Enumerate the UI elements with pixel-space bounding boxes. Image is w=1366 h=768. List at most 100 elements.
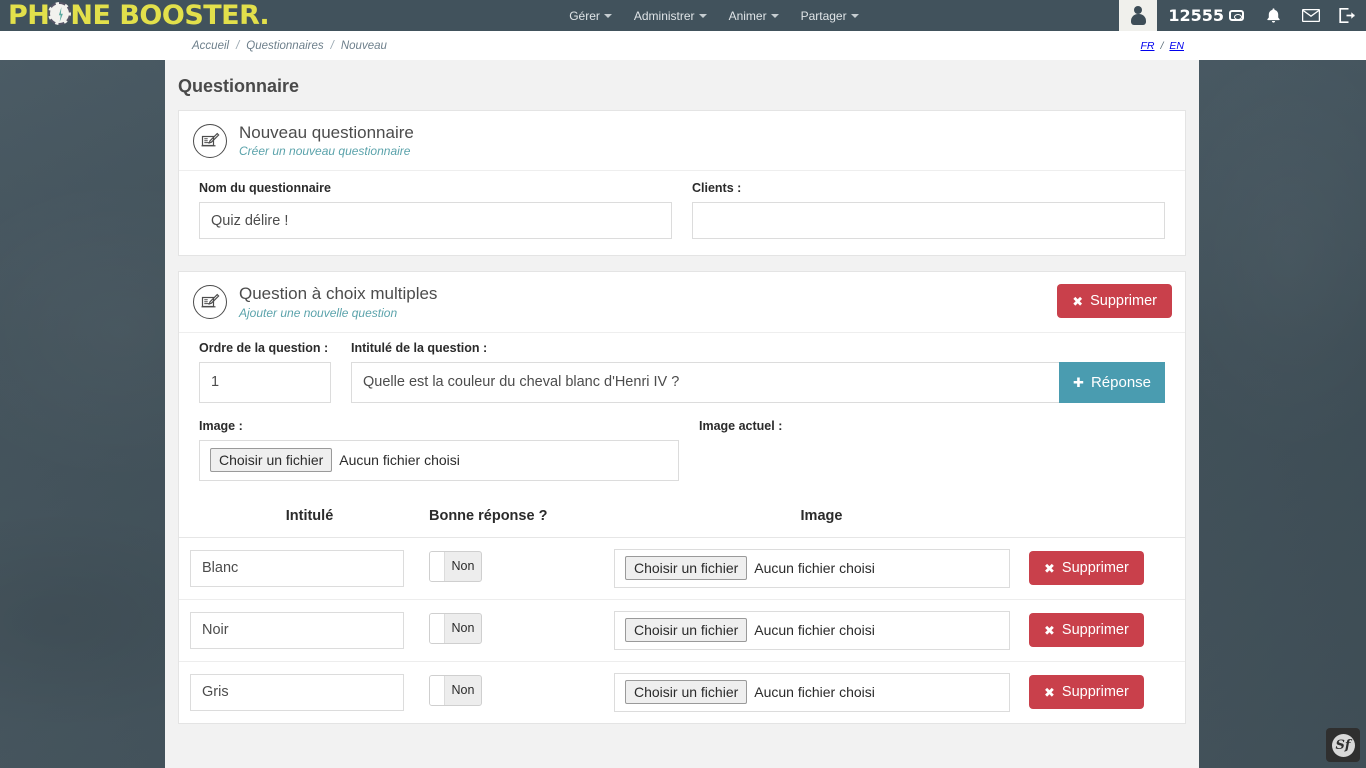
question-image-file-input[interactable]: Choisir un fichier Aucun fichier choisi	[199, 439, 679, 481]
column-header-image: Image	[614, 494, 1029, 538]
answers-table: Intitulé Bonne réponse ? Image Non	[179, 494, 1185, 723]
form-edit-icon	[193, 123, 227, 158]
delete-answer-button[interactable]: ✖ Supprimer	[1029, 551, 1144, 586]
chevron-down-icon	[698, 13, 707, 18]
credits-value: 12555	[1168, 6, 1224, 25]
nav-item-administrer[interactable]: Administrer	[634, 9, 707, 23]
choose-file-button[interactable]: Choisir un fichier	[625, 556, 748, 581]
question-order-input[interactable]	[199, 361, 331, 403]
language-separator: /	[1160, 39, 1164, 52]
questionnaire-name-input[interactable]	[199, 202, 672, 240]
questionnaire-name-field-group: Nom du questionnaire	[189, 181, 682, 240]
form-edit-icon	[193, 285, 227, 320]
correct-answer-toggle[interactable]: Non	[429, 612, 482, 644]
current-image-label: Image actuel :	[699, 418, 783, 433]
nav-item-animer[interactable]: Animer	[729, 9, 779, 23]
question-title-input[interactable]	[351, 361, 1060, 403]
page-title: Questionnaire	[165, 60, 1199, 110]
add-answer-label: Réponse	[1090, 373, 1151, 391]
answer-correct-cell: Non	[429, 599, 614, 662]
answers-header-row: Intitulé Bonne réponse ? Image	[179, 494, 1185, 538]
delete-question-button[interactable]: ✖ Supprimer	[1057, 284, 1172, 319]
logout-icon	[1339, 8, 1355, 23]
delete-answer-button[interactable]: ✖ Supprimer	[1029, 675, 1144, 710]
answer-correct-cell: Non	[429, 537, 614, 600]
symfony-debug-toolbar-button[interactable]: Sf	[1326, 728, 1360, 762]
answer-actions-cell: ✖ Supprimer	[1029, 537, 1185, 600]
answer-intitule-cell	[179, 537, 429, 600]
breadcrumb-item-accueil[interactable]: Accueil	[192, 40, 229, 52]
breadcrumb-item-questionnaires[interactable]: Questionnaires	[246, 40, 323, 52]
messages-button[interactable]	[1292, 0, 1329, 31]
avatar[interactable]	[1119, 0, 1158, 31]
clients-label: Clients :	[692, 181, 742, 196]
cross-icon: ✖	[1044, 622, 1055, 638]
answer-intitule-cell	[179, 599, 429, 662]
delete-answer-label: Supprimer	[1061, 622, 1129, 639]
correct-answer-toggle[interactable]: Non	[429, 550, 482, 582]
answer-correct-cell: Non	[429, 661, 614, 723]
credits-indicator[interactable]: 12555	[1157, 0, 1255, 31]
breadcrumb-separator: /	[236, 39, 240, 52]
answer-image-file-input[interactable]: Choisir un fichier Aucun fichier choisi	[614, 672, 1010, 712]
table-row: Non Choisir un fichier Aucun fichier cho…	[179, 599, 1185, 662]
answer-intitule-input[interactable]	[190, 611, 404, 649]
top-right-actions: 12555	[1119, 0, 1366, 31]
breadcrumb-separator: /	[330, 39, 334, 52]
table-row: Non Choisir un fichier Aucun fichier cho…	[179, 661, 1185, 723]
nav-label-administrer: Administrer	[633, 8, 695, 23]
toggle-label: Non	[451, 683, 475, 698]
answer-intitule-input[interactable]	[190, 549, 404, 587]
toggle-knob	[430, 613, 445, 643]
add-answer-button[interactable]: ✚ Réponse	[1059, 361, 1165, 403]
nav-item-gerer[interactable]: Gérer	[569, 9, 612, 23]
question-title-field-group: Intitulé de la question : ✚ Réponse	[341, 341, 1175, 403]
brand-logo[interactable]: PH NE BOOSTER.	[0, 0, 270, 31]
toggle-label: Non	[451, 559, 475, 574]
logo-dot: .	[259, 0, 270, 31]
delete-question-label: Supprimer	[1090, 293, 1157, 310]
cross-icon: ✖	[1044, 684, 1055, 700]
clients-input[interactable]	[692, 202, 1165, 240]
language-fr[interactable]: FR	[1140, 40, 1154, 52]
question-image-label: Image :	[199, 418, 243, 433]
choose-file-button[interactable]: Choisir un fichier	[625, 680, 748, 705]
phone-dial-icon	[48, 2, 72, 25]
question-card-subtitle: Ajouter une nouvelle question	[239, 305, 398, 320]
breadcrumb: Accueil / Questionnaires / Nouveau	[192, 40, 387, 52]
nav-item-partager[interactable]: Partager	[801, 9, 859, 23]
table-row: Non Choisir un fichier Aucun fichier cho…	[179, 537, 1185, 600]
envelope-icon	[1301, 9, 1320, 22]
answers-table-body: Non Choisir un fichier Aucun fichier cho…	[179, 537, 1185, 723]
logout-button[interactable]	[1329, 0, 1366, 31]
breadcrumb-bar: Accueil / Questionnaires / Nouveau FR / …	[0, 31, 1366, 60]
question-image-field-group: Image : Choisir un fichier Aucun fichier…	[189, 419, 689, 481]
delete-answer-button[interactable]: ✖ Supprimer	[1029, 613, 1144, 648]
questionnaire-card-subtitle: Créer un nouveau questionnaire	[239, 144, 411, 159]
symfony-icon: Sf	[1331, 733, 1355, 757]
questionnaire-card-header: Nouveau questionnaire Créer un nouveau q…	[179, 111, 1185, 172]
answer-image-cell: Choisir un fichier Aucun fichier choisi	[614, 537, 1029, 600]
language-en[interactable]: EN	[1169, 40, 1184, 52]
question-image-row: Image : Choisir un fichier Aucun fichier…	[179, 419, 1185, 495]
clients-field-group: Clients :	[682, 181, 1175, 240]
answer-image-file-input[interactable]: Choisir un fichier Aucun fichier choisi	[614, 610, 1010, 650]
nav-label-animer: Animer	[728, 8, 767, 23]
chevron-down-icon	[603, 13, 612, 18]
answer-image-cell: Choisir un fichier Aucun fichier choisi	[614, 661, 1029, 723]
answer-intitule-input[interactable]	[190, 673, 404, 711]
answer-image-file-input[interactable]: Choisir un fichier Aucun fichier choisi	[614, 548, 1010, 588]
nav-label-partager: Partager	[800, 8, 847, 23]
question-card: Question à choix multiples Ajouter une n…	[178, 271, 1186, 724]
answers-table-head: Intitulé Bonne réponse ? Image	[179, 494, 1185, 538]
correct-answer-toggle[interactable]: Non	[429, 674, 482, 706]
user-avatar-icon	[1130, 6, 1146, 25]
notifications-button[interactable]	[1255, 0, 1292, 31]
breadcrumb-item-nouveau[interactable]: Nouveau	[341, 40, 387, 52]
page-container: Questionnaire Nouveau questionnaire Crée…	[165, 60, 1199, 768]
cross-icon: ✖	[1072, 293, 1084, 309]
chevron-down-icon	[770, 13, 779, 18]
column-header-bonne-reponse: Bonne réponse ?	[429, 494, 614, 538]
choose-file-button[interactable]: Choisir un fichier	[210, 448, 333, 473]
choose-file-button[interactable]: Choisir un fichier	[625, 618, 748, 643]
